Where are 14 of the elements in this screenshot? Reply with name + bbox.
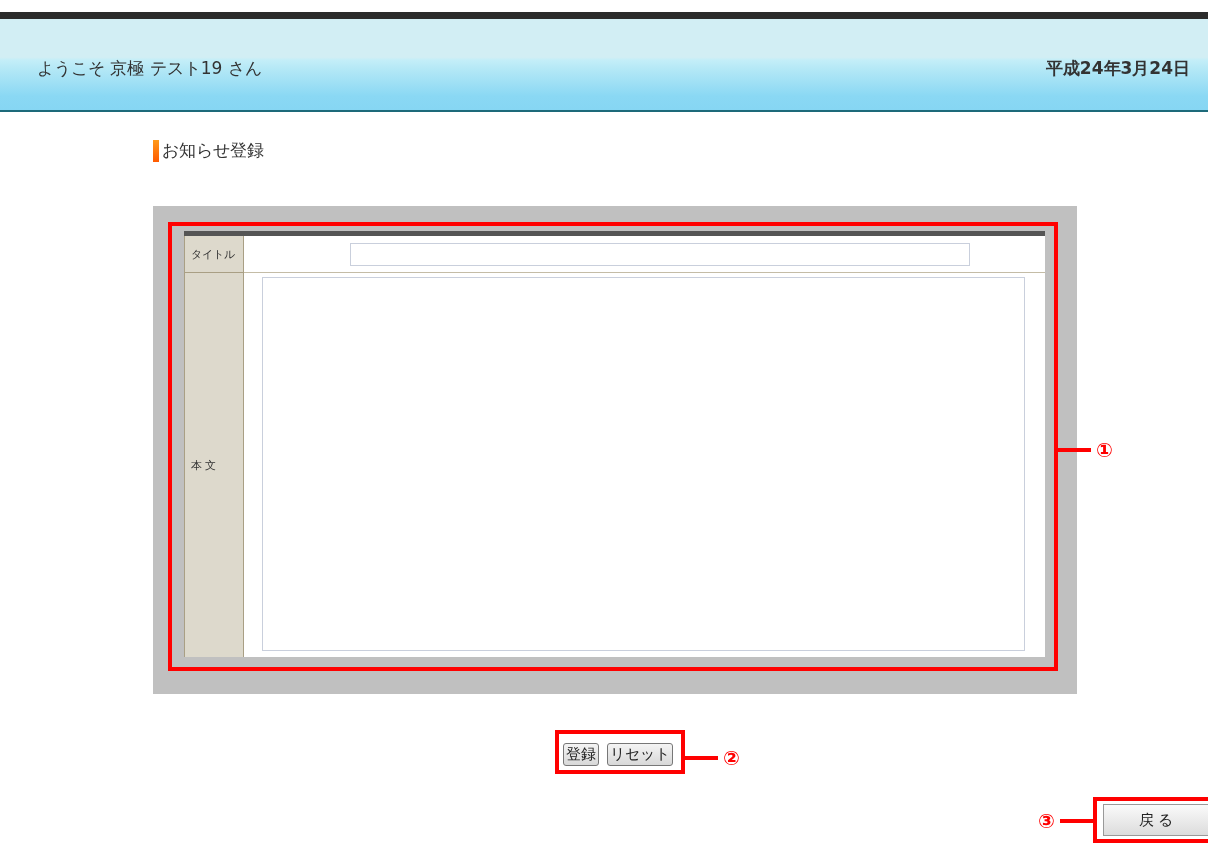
- heading-marker-icon: [153, 139, 159, 162]
- date-text: 平成24年3月24日: [1045, 57, 1190, 80]
- back-button[interactable]: 戻 る: [1103, 804, 1208, 836]
- field-label: 本 文: [184, 273, 244, 657]
- welcome-text: ようこそ 京極 テスト19 さん: [37, 57, 262, 80]
- page-title: お知らせ登録: [162, 139, 264, 162]
- callout-number: ①: [1096, 438, 1113, 462]
- title-field[interactable]: [349, 242, 970, 266]
- callout-number: ②: [723, 746, 740, 770]
- form-button[interactable]: 登録: [563, 743, 599, 766]
- callout-number: ③: [1038, 809, 1055, 833]
- form-button[interactable]: リセット: [607, 743, 673, 766]
- body-field[interactable]: [262, 277, 1025, 651]
- field-label: タイトル: [184, 236, 244, 273]
